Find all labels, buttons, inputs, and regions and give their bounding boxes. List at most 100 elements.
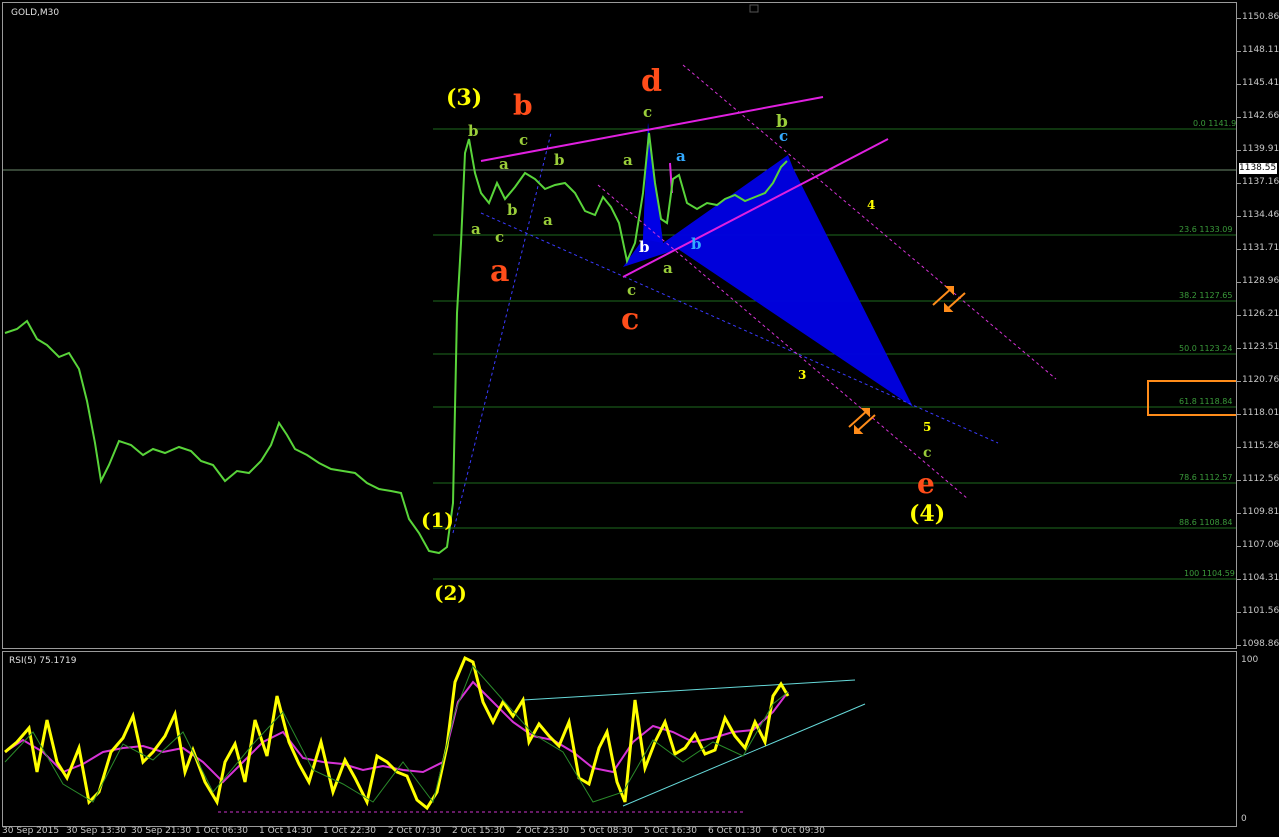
price-tick: [1237, 183, 1241, 184]
fib-label: 38.2 1127.65: [1179, 291, 1232, 300]
wave-num-5: 5: [923, 420, 931, 434]
wave-num-4: 4: [867, 198, 875, 212]
rsi-thin-line: [4, 665, 789, 804]
price-axis-label: 1098.86: [1242, 639, 1279, 649]
price-tick: [1237, 216, 1241, 217]
fib-label: 50.0 1123.24: [1179, 344, 1232, 353]
rsi-axis: 100 0: [1237, 651, 1279, 825]
price-tick: [1237, 18, 1241, 19]
price-tick: [1237, 546, 1241, 547]
pattern-upper-fill: [643, 123, 663, 243]
price-tick: [1237, 315, 1241, 316]
price-tick: [1237, 348, 1241, 349]
price-tick: [1237, 579, 1241, 580]
fib-labels: 0.0 1141.90 23.6 1133.09 38.2 1127.65 50…: [1179, 119, 1236, 578]
price-axis: 1150.86 1148.11 1145.41 1142.66 1139.91 1137.…: [1237, 2, 1279, 649]
price-axis-label: 1112.56: [1242, 474, 1279, 484]
price-axis-label: 1109.81: [1242, 507, 1279, 517]
time-axis-label: 1 Oct 14:30: [259, 826, 312, 836]
time-axis-label: 2 Oct 23:30: [516, 826, 569, 836]
current-price-badge: 1138.55: [1239, 163, 1277, 174]
time-axis: 30 Sep 2015 30 Sep 13:30 30 Sep 21:30 1 Oct…: [0, 826, 1236, 837]
wave-sub-a: a: [663, 259, 673, 277]
price-axis-label: 1123.51: [1242, 342, 1279, 352]
time-axis-label: 5 Oct 08:30: [580, 826, 633, 836]
wave-sub-c: c: [627, 281, 636, 299]
fib-label: 88.6 1108.84: [1179, 518, 1232, 527]
fib-label: 23.6 1133.09: [1179, 225, 1232, 234]
price-tick: [1237, 612, 1241, 613]
price-tick: [1237, 447, 1241, 448]
time-axis-label: 30 Sep 21:30: [131, 826, 192, 836]
fib-label: 100 1104.59: [1184, 569, 1235, 578]
price-axis-label: 1137.16: [1242, 177, 1279, 187]
wave-sub-c: c: [519, 131, 528, 149]
wave-sub-b: b: [639, 238, 650, 256]
price-axis-label: 1139.91: [1242, 144, 1279, 154]
rsi-axis-top: 100: [1241, 655, 1259, 665]
wave-sub-c: c: [923, 445, 932, 461]
time-axis-label: 6 Oct 01:30: [708, 826, 761, 836]
price-axis-label: 1107.06: [1242, 540, 1279, 550]
price-series: [4, 132, 788, 555]
wave-sub-a: a: [499, 155, 509, 173]
price-tick: [1237, 150, 1241, 151]
price-axis-label: 1131.71: [1242, 243, 1279, 253]
wave-sub-a-blue: a: [676, 147, 686, 165]
price-axis-label: 1104.31: [1242, 573, 1279, 583]
rsi-canvas: [4, 655, 866, 813]
time-axis-label: 1 Oct 06:30: [195, 826, 248, 836]
rsi-signal-line: [4, 680, 789, 784]
wave-label-2: (2): [434, 581, 467, 605]
fib-label: 78.6 1112.57: [1179, 473, 1232, 482]
fib-label: 0.0 1141.90: [1193, 119, 1236, 128]
price-axis-label: 1148.11: [1242, 45, 1279, 55]
wave-label-big-b: b: [513, 89, 533, 122]
wave-sub-b-blue: b: [691, 235, 702, 253]
wave-label-big-c: c: [621, 302, 639, 337]
time-axis-label: 30 Sep 2015: [2, 826, 60, 836]
price-tick: [1237, 381, 1241, 382]
price-tick: [1237, 282, 1241, 283]
wave-sub-c: c: [643, 103, 652, 121]
time-axis-label: 1 Oct 22:30: [323, 826, 376, 836]
wave-sub-b: b: [507, 201, 518, 219]
price-chart-canvas: (3) (1) (2) (4) b d a c e b c a b a b a …: [3, 4, 1236, 605]
wave-sub-b: b: [554, 151, 565, 169]
fib-label: 61.8 1118.84: [1179, 397, 1232, 406]
wave-num-3: 3: [798, 368, 806, 382]
time-axis-label: 6 Oct 09:30: [772, 826, 825, 836]
wave-sub-b: b: [468, 122, 479, 140]
price-tick: [1237, 249, 1241, 250]
price-tick: [1237, 51, 1241, 52]
time-axis-label: 2 Oct 07:30: [388, 826, 441, 836]
wave-label-4: (4): [909, 501, 945, 527]
price-axis-label: 1150.86: [1242, 12, 1279, 22]
wave-label-3: (3): [446, 85, 482, 111]
wave-label-big-d: d: [641, 64, 662, 99]
wave-sub-a: a: [471, 220, 481, 238]
time-axis-label: 2 Oct 15:30: [452, 826, 505, 836]
wave-sub-a: a: [543, 211, 553, 229]
price-chart-pane[interactable]: GOLD,M30 (3) (1) (2) (4) b d a c e b c a…: [2, 2, 1237, 649]
price-axis-label: 1118.01: [1242, 408, 1279, 418]
wave-sub-a: a: [623, 151, 633, 169]
wave-label-1: (1): [421, 508, 454, 532]
rsi-upper-trend: [522, 679, 856, 701]
price-axis-label: 1134.46: [1242, 210, 1279, 220]
price-axis-label: 1101.56: [1242, 606, 1279, 616]
price-tick: [1237, 513, 1241, 514]
wave-label-big-a: a: [490, 254, 509, 289]
price-tick: [1237, 117, 1241, 118]
price-axis-label: 1120.76: [1242, 375, 1279, 385]
price-tick: [1237, 480, 1241, 481]
wave-label-big-e: e: [917, 467, 935, 500]
price-tick: [1237, 414, 1241, 415]
rsi-axis-bottom: 0: [1241, 814, 1247, 824]
price-axis-label: 1142.66: [1242, 111, 1279, 121]
wave-sub-b-green: b: [776, 112, 788, 132]
price-axis-label: 1128.96: [1242, 276, 1279, 286]
price-axis-label: 1115.26: [1242, 441, 1279, 451]
time-axis-label: 30 Sep 13:30: [66, 826, 127, 836]
rsi-indicator-pane[interactable]: RSI(5) 75.1719: [2, 651, 1237, 827]
